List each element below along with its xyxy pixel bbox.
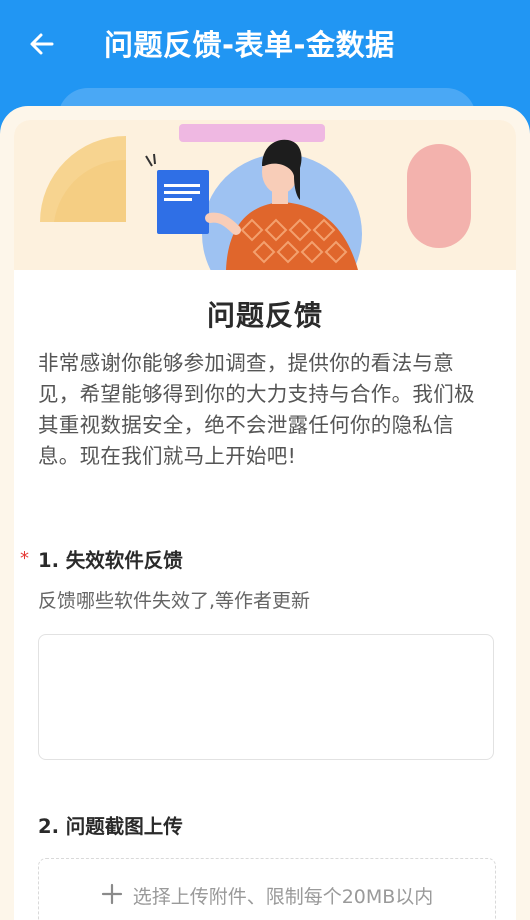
back-button[interactable]: [22, 26, 62, 62]
question-1-title: 1. 失效软件反馈: [38, 549, 183, 572]
app-screen: 问题反馈-表单-金数据 问题反馈 非常感谢你能够参加调查，提供你的看法与意见，希…: [0, 0, 530, 920]
plus-icon: [101, 883, 123, 909]
feedback-textarea[interactable]: [38, 634, 494, 760]
page-title: 问题反馈-表单-金数据: [104, 28, 395, 62]
upload-label: 选择上传附件、限制每个20MB以内: [132, 886, 434, 908]
question-2-title: 2. 问题截图上传: [38, 815, 183, 838]
survey-title: 问题反馈: [206, 299, 323, 332]
banner-illustration: [40, 124, 471, 270]
survey-banner: [14, 120, 516, 270]
question-1-description: 反馈哪些软件失效了,等作者更新: [38, 590, 311, 612]
top-bar: 问题反馈-表单-金数据: [0, 0, 530, 88]
upload-attachment-button[interactable]: 选择上传附件、限制每个20MB以内: [38, 858, 496, 920]
required-asterisk: *: [20, 548, 29, 569]
arrow-left-icon: [30, 33, 54, 55]
survey-card: 问题反馈 非常感谢你能够参加调查，提供你的看法与意见，希望能够得到你的大力支持与…: [14, 120, 516, 920]
survey-intro: 非常感谢你能够参加调查，提供你的看法与意见，希望能够得到你的大力支持与合作。我们…: [38, 351, 475, 468]
